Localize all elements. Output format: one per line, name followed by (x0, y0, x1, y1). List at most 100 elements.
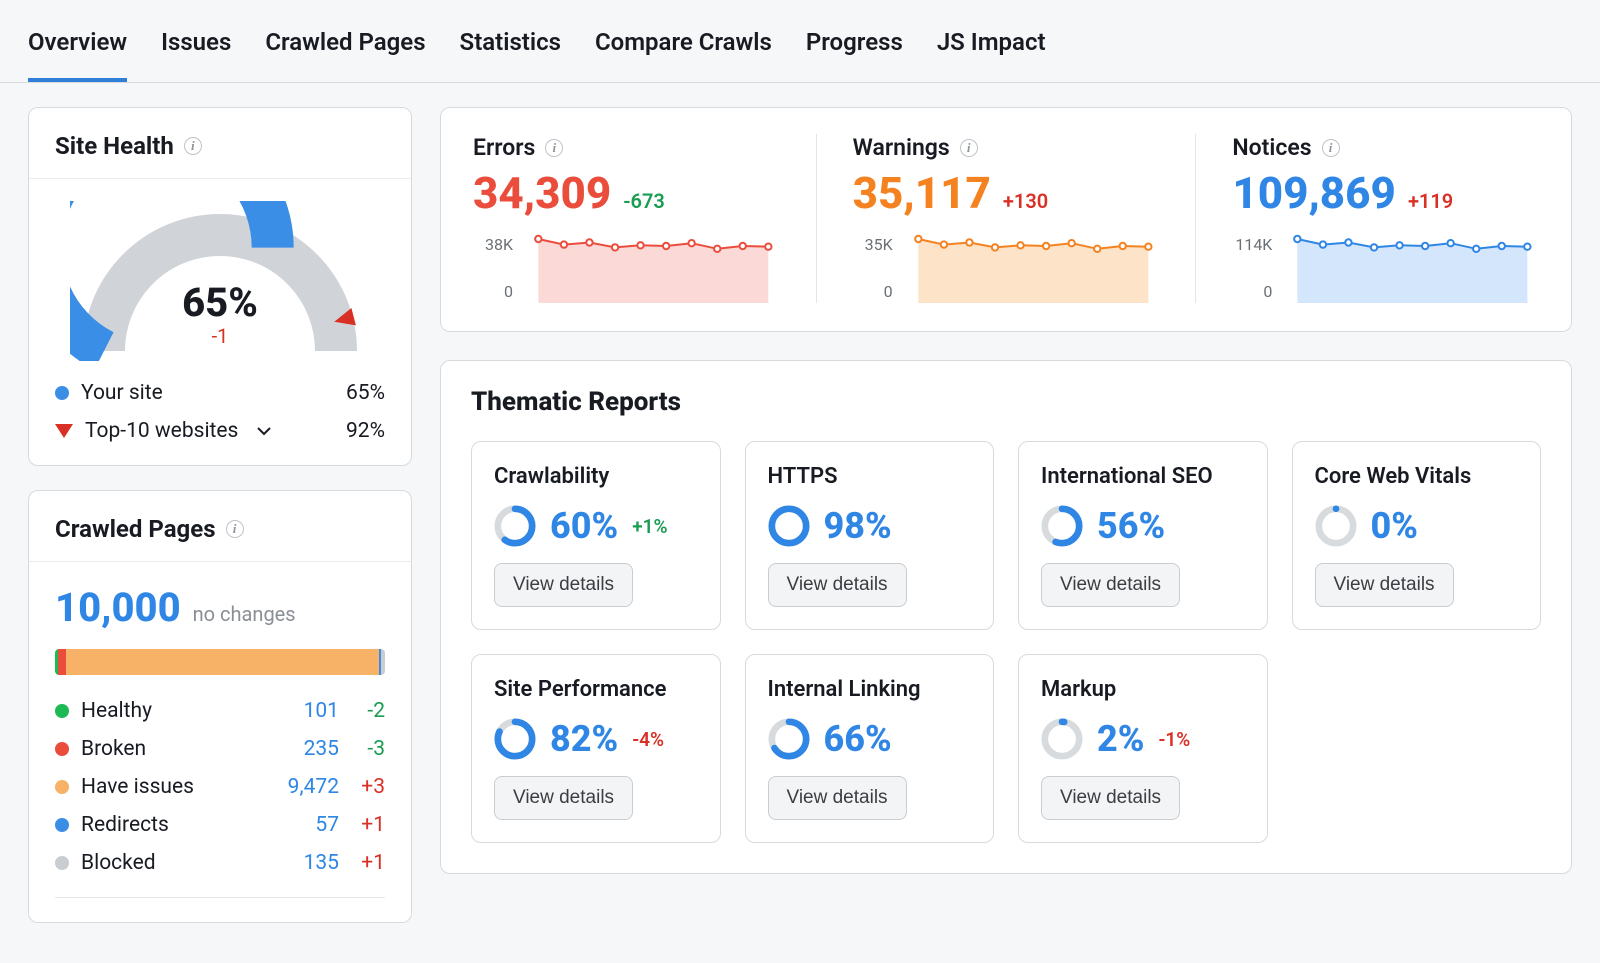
dot-icon (55, 704, 69, 718)
report-percent: 56% (1097, 505, 1165, 547)
dot-icon (55, 780, 69, 794)
thematic-header: Thematic Reports (441, 361, 1571, 425)
top-metrics-card: Errorsi34,309-67338K0Warningsi35,117+130… (440, 107, 1572, 332)
status-count: 235 (261, 737, 339, 761)
report-name: HTTPS (768, 464, 972, 489)
status-delta: +3 (339, 775, 385, 799)
report-core-web-vitals: Core Web Vitals 0%View details (1292, 441, 1542, 630)
crawled-bar (55, 649, 385, 675)
dot-icon (55, 856, 69, 870)
info-icon[interactable]: i (226, 520, 244, 538)
report-site-performance: Site Performance 82%-4%View details (471, 654, 721, 843)
report-name: Site Performance (494, 677, 698, 702)
sparkline (527, 233, 780, 303)
report-delta: +1% (632, 515, 667, 538)
report-name: Crawlability (494, 464, 698, 489)
tab-js-impact[interactable]: JS Impact (937, 0, 1046, 82)
page-body: Site Health i 65% -1 (0, 83, 1600, 947)
status-row[interactable]: Healthy101-2 (55, 699, 385, 723)
metric-notices[interactable]: Noticesi109,869+119114K0 (1196, 134, 1541, 303)
legend-your-site-label: Your site (81, 381, 163, 405)
spark-axis: 38K0 (473, 233, 513, 303)
view-details-button[interactable]: View details (1041, 776, 1180, 820)
crawled-change: no changes (193, 602, 296, 626)
right-column: Errorsi34,309-67338K0Warningsi35,117+130… (440, 107, 1572, 874)
report-https: HTTPS 98%View details (745, 441, 995, 630)
legend-top10-value: 92% (346, 419, 385, 443)
report-name: Markup (1041, 677, 1245, 702)
view-details-button[interactable]: View details (494, 563, 633, 607)
status-count: 57 (261, 813, 339, 837)
report-internal-linking: Internal Linking 66%View details (745, 654, 995, 843)
info-icon[interactable]: i (184, 137, 202, 155)
bar-segment (381, 649, 385, 675)
view-details-button[interactable]: View details (1041, 563, 1180, 607)
report-name: International SEO (1041, 464, 1245, 489)
status-count: 135 (261, 851, 339, 875)
metric-title: Errors (473, 134, 535, 161)
dot-icon (55, 386, 69, 400)
donut-icon (1041, 505, 1083, 547)
site-health-gauge: 65% -1 (29, 179, 411, 375)
view-details-button[interactable]: View details (494, 776, 633, 820)
tab-progress[interactable]: Progress (806, 0, 903, 82)
info-icon[interactable]: i (1322, 139, 1340, 157)
metric-title: Warnings (853, 134, 950, 161)
report-grid: Crawlability 60%+1%View detailsHTTPS 98%… (441, 425, 1571, 873)
thematic-title: Thematic Reports (471, 387, 1541, 417)
view-details-button[interactable]: View details (768, 563, 907, 607)
status-count: 101 (261, 699, 339, 723)
site-health-title: Site Health (55, 132, 174, 160)
status-label: Redirects (81, 813, 261, 837)
crawled-pages-title: Crawled Pages (55, 515, 216, 543)
status-label: Broken (81, 737, 261, 761)
site-health-card: Site Health i 65% -1 (28, 107, 412, 466)
report-percent: 60% (550, 505, 618, 547)
tab-compare-crawls[interactable]: Compare Crawls (595, 0, 772, 82)
metric-title: Notices (1232, 134, 1311, 161)
crawled-total[interactable]: 10,000 (55, 584, 181, 631)
status-row[interactable]: Redirects57+1 (55, 813, 385, 837)
legend-your-site: Your site 65% (55, 381, 385, 405)
report-international-seo: International SEO 56% View details (1018, 441, 1268, 630)
status-delta: -3 (339, 737, 385, 761)
report-markup: Markup 2%-1%View details (1018, 654, 1268, 843)
tab-crawled-pages[interactable]: Crawled Pages (265, 0, 425, 82)
report-percent: 82% (550, 718, 618, 760)
donut-icon (1315, 505, 1357, 547)
status-row[interactable]: Blocked135+1 (55, 851, 385, 875)
report-name: Core Web Vitals (1315, 464, 1519, 489)
status-delta: -2 (339, 699, 385, 723)
legend-your-site-value: 65% (346, 381, 385, 405)
donut-icon (494, 505, 536, 547)
metric-errors[interactable]: Errorsi34,309-67338K0 (471, 134, 817, 303)
top-tabs: Overview Issues Crawled Pages Statistics Com… (0, 0, 1600, 83)
info-icon[interactable]: i (960, 139, 978, 157)
metric-warnings[interactable]: Warningsi35,117+13035K0 (817, 134, 1197, 303)
gauge-percent: 65% (70, 279, 370, 326)
status-label: Blocked (81, 851, 261, 875)
status-label: Healthy (81, 699, 261, 723)
spark-axis: 35K0 (853, 233, 893, 303)
crawled-pages-card: Crawled Pages i 10,000 no changes Health… (28, 490, 412, 923)
dot-icon (55, 742, 69, 756)
report-crawlability: Crawlability 60% +1% View details (471, 441, 721, 630)
status-delta: +1 (339, 813, 385, 837)
tab-issues[interactable]: Issues (161, 0, 231, 82)
donut-icon (494, 718, 536, 760)
view-details-button[interactable]: View details (768, 776, 907, 820)
bar-segment (58, 649, 66, 675)
tab-overview[interactable]: Overview (28, 0, 127, 82)
report-name: Internal Linking (768, 677, 972, 702)
status-row[interactable]: Broken235-3 (55, 737, 385, 761)
view-details-button[interactable]: View details (1315, 563, 1454, 607)
bar-segment (66, 649, 379, 675)
report-percent: 2% (1097, 718, 1144, 760)
legend-top10-label: Top-10 websites (85, 419, 238, 443)
status-row[interactable]: Have issues9,472+3 (55, 775, 385, 799)
metric-delta: -673 (623, 189, 665, 213)
legend-top10[interactable]: Top-10 websites 92% (55, 419, 385, 443)
info-icon[interactable]: i (545, 139, 563, 157)
tab-statistics[interactable]: Statistics (460, 0, 561, 82)
spark-axis: 114K0 (1232, 233, 1272, 303)
